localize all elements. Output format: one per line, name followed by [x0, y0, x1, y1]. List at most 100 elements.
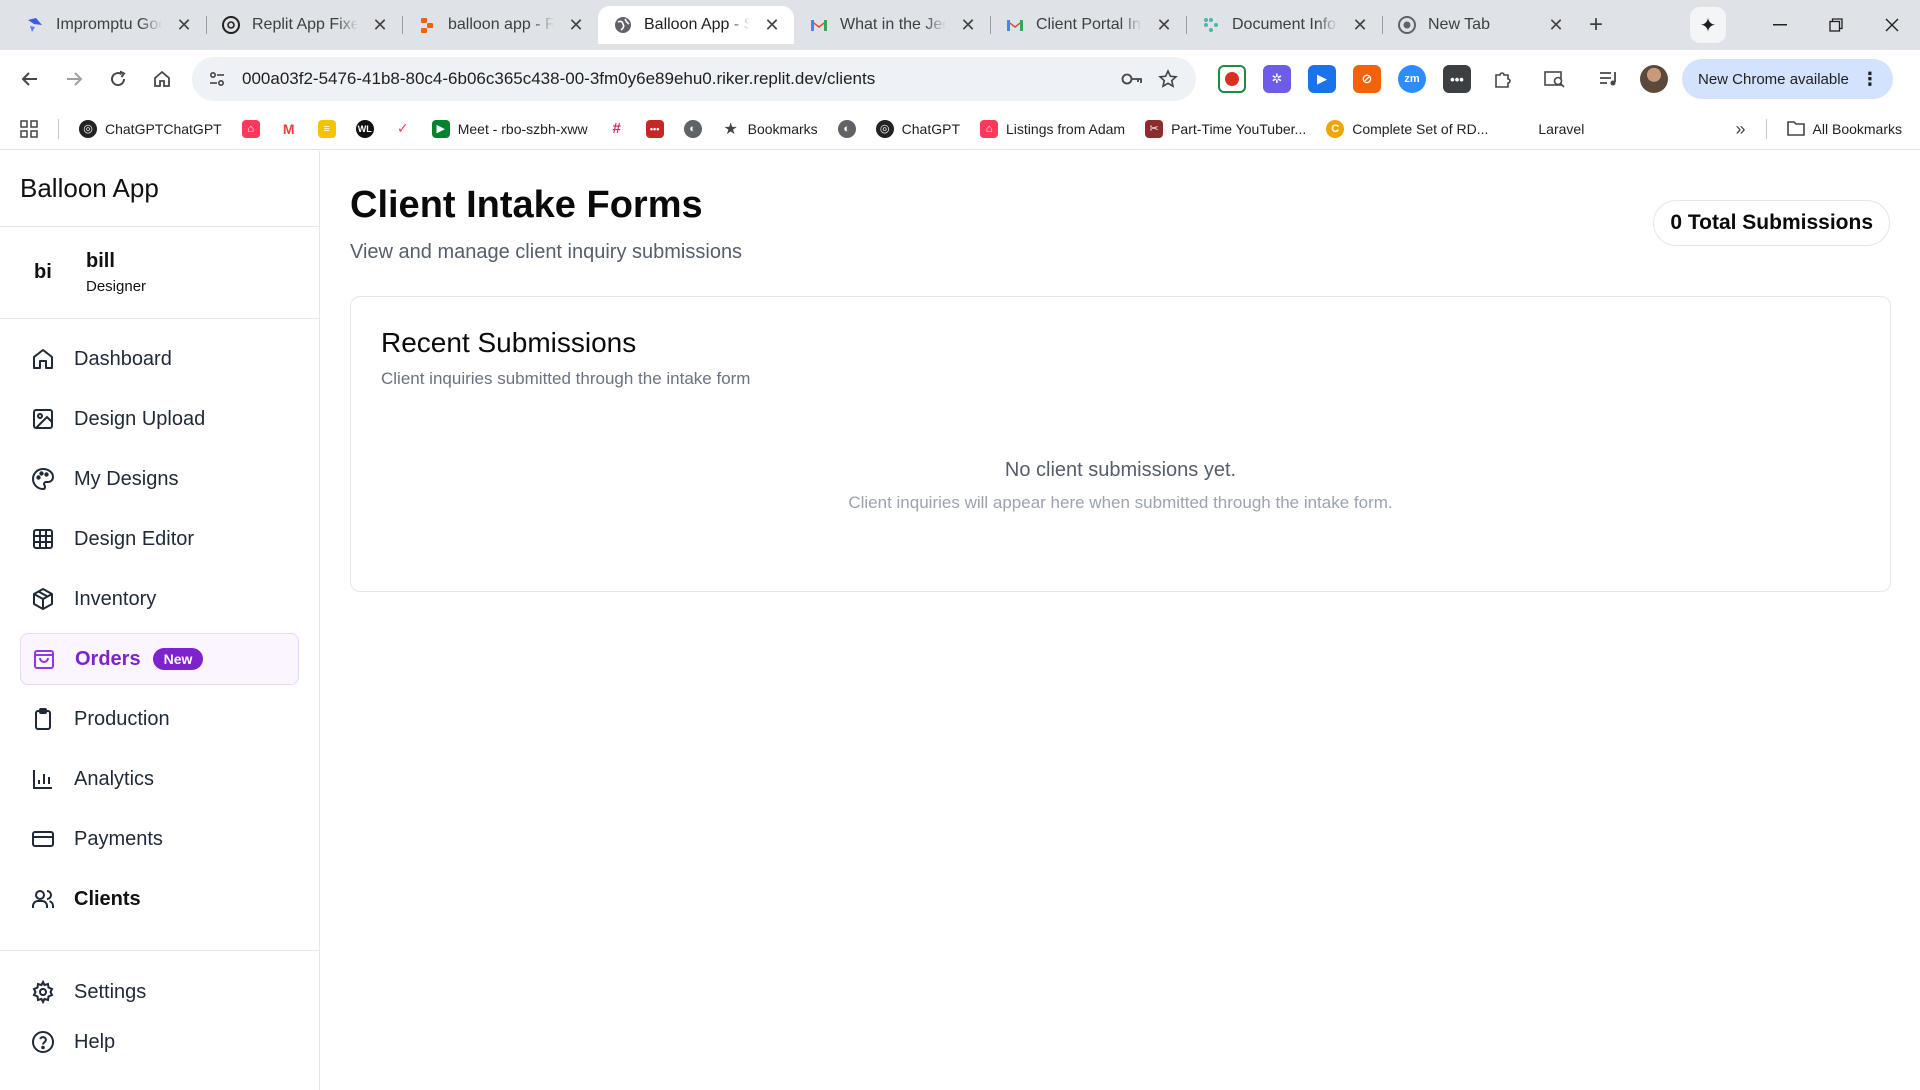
- bookmark-label: ChatGPTChatGPT: [105, 120, 222, 137]
- close-tab-icon[interactable]: ✕: [1154, 15, 1174, 35]
- zoom-extension-icon[interactable]: zm: [1398, 65, 1426, 93]
- browser-tab-active[interactable]: Balloon App - St ✕: [598, 6, 794, 44]
- red-extension-icon[interactable]: [1218, 65, 1246, 93]
- page-subtitle: View and manage client inquiry submissio…: [350, 241, 743, 263]
- bookmark-item[interactable]: •••: [645, 119, 664, 138]
- browser-tab[interactable]: Client Portal Inv ✕: [990, 6, 1186, 44]
- bookmark-item[interactable]: ◎ ChatGPT: [875, 119, 961, 138]
- bookmark-item[interactable]: ▶ Meet - rbo-szbh-xww: [431, 119, 588, 138]
- browser-tab[interactable]: Replit App Fixes ✕: [206, 6, 402, 44]
- tab-title: Replit App Fixes: [252, 16, 358, 33]
- close-tab-icon[interactable]: ✕: [762, 15, 782, 35]
- sidebar-item-settings[interactable]: Settings: [20, 967, 300, 1017]
- apps-grid-icon[interactable]: [20, 119, 38, 138]
- password-key-icon[interactable]: [1116, 63, 1148, 95]
- bookmark-item[interactable]: #: [607, 119, 626, 138]
- sidebar-item-orders[interactable]: Orders New: [20, 633, 299, 685]
- app-sidebar: Balloon App bi bill Designer Dashboard D…: [0, 151, 320, 1090]
- sidebar-item-inventory[interactable]: Inventory: [20, 573, 299, 625]
- bookmark-item[interactable]: ⌂: [241, 119, 260, 138]
- purple-extension-icon[interactable]: ✲: [1263, 65, 1291, 93]
- sidebar-item-label: Analytics: [74, 767, 155, 790]
- forward-arrow-icon[interactable]: [56, 61, 92, 97]
- users-icon: [30, 886, 56, 912]
- clipboard-icon: [30, 706, 56, 732]
- bookmark-item[interactable]: M: [279, 119, 298, 138]
- globe-icon: [614, 16, 632, 34]
- browser-tab[interactable]: New Tab ✕: [1382, 6, 1578, 44]
- bookmark-label: ChatGPT: [901, 120, 961, 137]
- bookmark-item[interactable]: ⌂ Listings from Adam: [980, 119, 1125, 138]
- sidebar-item-clients[interactable]: Clients: [20, 873, 299, 925]
- orange-extension-icon[interactable]: ⊘: [1353, 65, 1381, 93]
- blue-flag-extension-icon[interactable]: ▶: [1308, 65, 1336, 93]
- bookmark-item[interactable]: ✂ Part-Time YouTuber...: [1145, 119, 1307, 138]
- tab-title: Impromptu Goo: [56, 16, 162, 33]
- browser-tab[interactable]: balloon app - Re ✕: [402, 6, 598, 44]
- home-icon[interactable]: [144, 61, 180, 97]
- extensions-puzzle-icon[interactable]: [1488, 64, 1518, 94]
- site-settings-icon[interactable]: [202, 64, 232, 94]
- close-tab-icon[interactable]: ✕: [1546, 15, 1566, 35]
- red-app-icon: •••: [645, 119, 664, 138]
- reload-icon[interactable]: [100, 61, 136, 97]
- chrome-update-button[interactable]: New Chrome available ⋮: [1682, 59, 1893, 99]
- shopping-bag-icon: [31, 646, 57, 672]
- bookmark-label: Part-Time YouTuber...: [1171, 120, 1307, 137]
- tab-title: Client Portal Inv: [1036, 16, 1142, 33]
- address-bar[interactable]: 000a03f2-5476-41b8-80c4-6b06c365c438-00-…: [192, 57, 1196, 101]
- sidebar-item-payments[interactable]: Payments: [20, 813, 299, 865]
- sidebar-item-design-editor[interactable]: Design Editor: [20, 513, 299, 565]
- sidebar-item-analytics[interactable]: Analytics: [20, 753, 299, 805]
- browser-toolbar: 000a03f2-5476-41b8-80c4-6b06c365c438-00-…: [0, 50, 1920, 108]
- chevron-double-right-icon[interactable]: »: [1736, 119, 1746, 140]
- browser-tab[interactable]: Document Infor ✕: [1186, 6, 1382, 44]
- bookmark-item[interactable]: C Complete Set of RD...: [1326, 119, 1488, 138]
- slack-icon: #: [607, 119, 626, 138]
- close-tab-icon[interactable]: ✕: [566, 15, 586, 35]
- dots-extension-icon[interactable]: •••: [1443, 65, 1471, 93]
- all-bookmarks-button[interactable]: All Bookmarks: [1786, 120, 1902, 139]
- page-title: Client Intake Forms: [350, 184, 703, 226]
- tab-search-icon[interactable]: [1540, 64, 1570, 94]
- sidebar-item-help[interactable]: Help: [20, 1017, 300, 1067]
- close-tab-icon[interactable]: ✕: [958, 15, 978, 35]
- bookmark-item[interactable]: ◐: [683, 119, 702, 138]
- bookmark-item[interactable]: ≡: [317, 119, 336, 138]
- bookmark-label: Meet - rbo-szbh-xww: [457, 120, 588, 137]
- minimize-button[interactable]: [1752, 0, 1808, 50]
- close-tab-icon[interactable]: ✕: [370, 15, 390, 35]
- sidebar-item-my-designs[interactable]: My Designs: [20, 453, 299, 505]
- orange-app-icon: C: [1326, 119, 1345, 138]
- restore-button[interactable]: [1808, 0, 1864, 50]
- bookmark-item[interactable]: WL: [355, 119, 374, 138]
- bookmark-item[interactable]: ◎ ChatGPTChatGPT: [79, 119, 222, 138]
- sidebar-item-design-upload[interactable]: Design Upload: [20, 393, 299, 445]
- all-bookmarks-label: All Bookmarks: [1812, 121, 1902, 137]
- sidebar-item-dashboard[interactable]: Dashboard: [20, 333, 299, 385]
- url-text[interactable]: 000a03f2-5476-41b8-80c4-6b06c365c438-00-…: [242, 69, 1112, 89]
- total-submissions-badge: 0 Total Submissions: [1653, 200, 1890, 246]
- close-window-button[interactable]: [1864, 0, 1920, 50]
- globe-icon: ◐: [683, 119, 702, 138]
- close-tab-icon[interactable]: ✕: [174, 15, 194, 35]
- new-tab-button[interactable]: +: [1578, 6, 1614, 44]
- media-control-icon[interactable]: [1594, 64, 1624, 94]
- gemini-sparkle-icon[interactable]: ✦: [1690, 7, 1726, 43]
- sidebar-item-label: Inventory: [74, 587, 157, 610]
- bookmark-star-icon[interactable]: [1152, 63, 1184, 95]
- bookmark-item[interactable]: ◐: [837, 119, 856, 138]
- back-arrow-icon[interactable]: [12, 61, 48, 97]
- user-profile: bi bill Designer: [0, 227, 319, 319]
- browser-tab[interactable]: Impromptu Goo ✕: [10, 6, 206, 44]
- app-brand[interactable]: Balloon App: [0, 151, 319, 227]
- browser-tab[interactable]: What in the Jedi ✕: [794, 6, 990, 44]
- close-tab-icon[interactable]: ✕: [1350, 15, 1370, 35]
- sidebar-item-production[interactable]: Production: [20, 693, 299, 745]
- tab-title: New Tab: [1428, 16, 1490, 33]
- bookmark-item[interactable]: ✓: [393, 119, 412, 138]
- bookmark-item[interactable]: Laravel: [1538, 121, 1584, 137]
- profile-avatar[interactable]: [1640, 65, 1668, 93]
- gear-icon: [30, 979, 56, 1005]
- bookmark-item[interactable]: ★ Bookmarks: [721, 119, 818, 138]
